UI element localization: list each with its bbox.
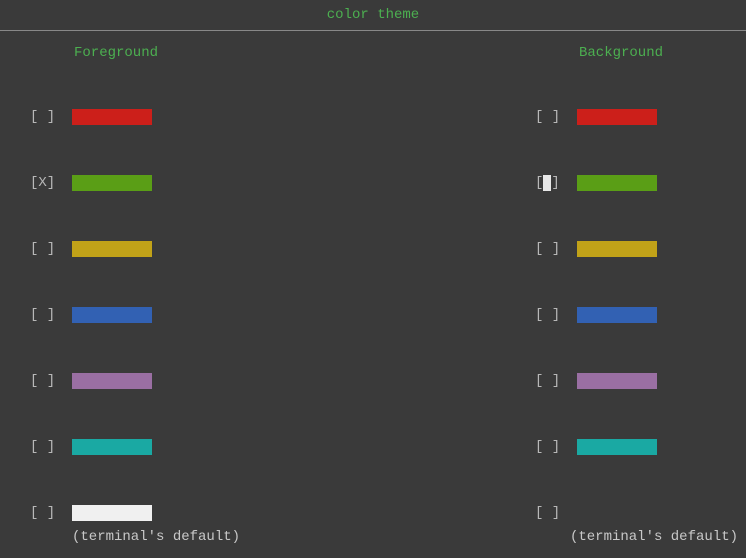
background-option[interactable]: [ ] bbox=[535, 429, 738, 465]
color-swatch bbox=[577, 307, 657, 323]
checkbox[interactable]: [ ] bbox=[30, 505, 60, 521]
foreground-option[interactable]: [X] bbox=[30, 165, 240, 201]
page-title: color theme bbox=[0, 0, 746, 30]
color-swatch bbox=[72, 439, 152, 455]
background-option[interactable]: [ ] bbox=[535, 99, 738, 135]
checkbox[interactable]: [ ] bbox=[30, 439, 60, 455]
color-swatch bbox=[72, 505, 152, 521]
foreground-header: Foreground bbox=[30, 33, 240, 69]
checkbox[interactable]: [ ] bbox=[535, 241, 565, 257]
checkbox[interactable]: [ ] bbox=[535, 505, 565, 521]
foreground-option[interactable]: [ ] bbox=[30, 363, 240, 399]
checkbox[interactable]: [ ] bbox=[30, 109, 60, 125]
foreground-column: Foreground [ ] [X] [ ] [ ] [ ] [ ] [ ] (termina… bbox=[0, 33, 240, 545]
option-sublabel: (terminal's default) bbox=[72, 529, 240, 545]
background-column: Background [ ] [ ] [ ] [ ] [ ] [ ] [ ] (termina… bbox=[535, 33, 746, 545]
checkbox[interactable]: [ ] bbox=[30, 307, 60, 323]
color-swatch bbox=[577, 109, 657, 125]
color-swatch bbox=[577, 241, 657, 257]
option-sublabel: (terminal's default) bbox=[570, 529, 738, 545]
color-swatch bbox=[72, 109, 152, 125]
background-option[interactable]: [ ] bbox=[535, 495, 738, 531]
background-option[interactable]: [ ] bbox=[535, 165, 738, 201]
background-header: Background bbox=[535, 33, 663, 69]
background-option[interactable]: [ ] bbox=[535, 297, 738, 333]
foreground-option[interactable]: [ ] bbox=[30, 99, 240, 135]
color-columns: Foreground [ ] [X] [ ] [ ] [ ] [ ] [ ] (termina… bbox=[0, 33, 746, 545]
color-swatch bbox=[72, 175, 152, 191]
background-option[interactable]: [ ] bbox=[535, 231, 738, 267]
checkbox[interactable]: [ ] bbox=[535, 109, 565, 125]
checkbox[interactable]: [ ] bbox=[535, 373, 565, 389]
foreground-option[interactable]: [ ] bbox=[30, 297, 240, 333]
color-swatch bbox=[577, 373, 657, 389]
color-swatch bbox=[72, 241, 152, 257]
foreground-option[interactable]: [ ] bbox=[30, 231, 240, 267]
checkbox[interactable]: [ ] bbox=[30, 241, 60, 257]
divider bbox=[0, 30, 746, 31]
color-swatch bbox=[72, 307, 152, 323]
checkbox[interactable]: [ ] bbox=[535, 307, 565, 323]
checkbox[interactable]: [X] bbox=[30, 175, 60, 191]
foreground-option[interactable]: [ ] bbox=[30, 495, 240, 531]
color-swatch bbox=[577, 175, 657, 191]
color-swatch bbox=[72, 373, 152, 389]
checkbox[interactable]: [ ] bbox=[535, 175, 565, 191]
color-swatch bbox=[577, 439, 657, 455]
foreground-option[interactable]: [ ] bbox=[30, 429, 240, 465]
checkbox[interactable]: [ ] bbox=[535, 439, 565, 455]
checkbox[interactable]: [ ] bbox=[30, 373, 60, 389]
background-option[interactable]: [ ] bbox=[535, 363, 738, 399]
